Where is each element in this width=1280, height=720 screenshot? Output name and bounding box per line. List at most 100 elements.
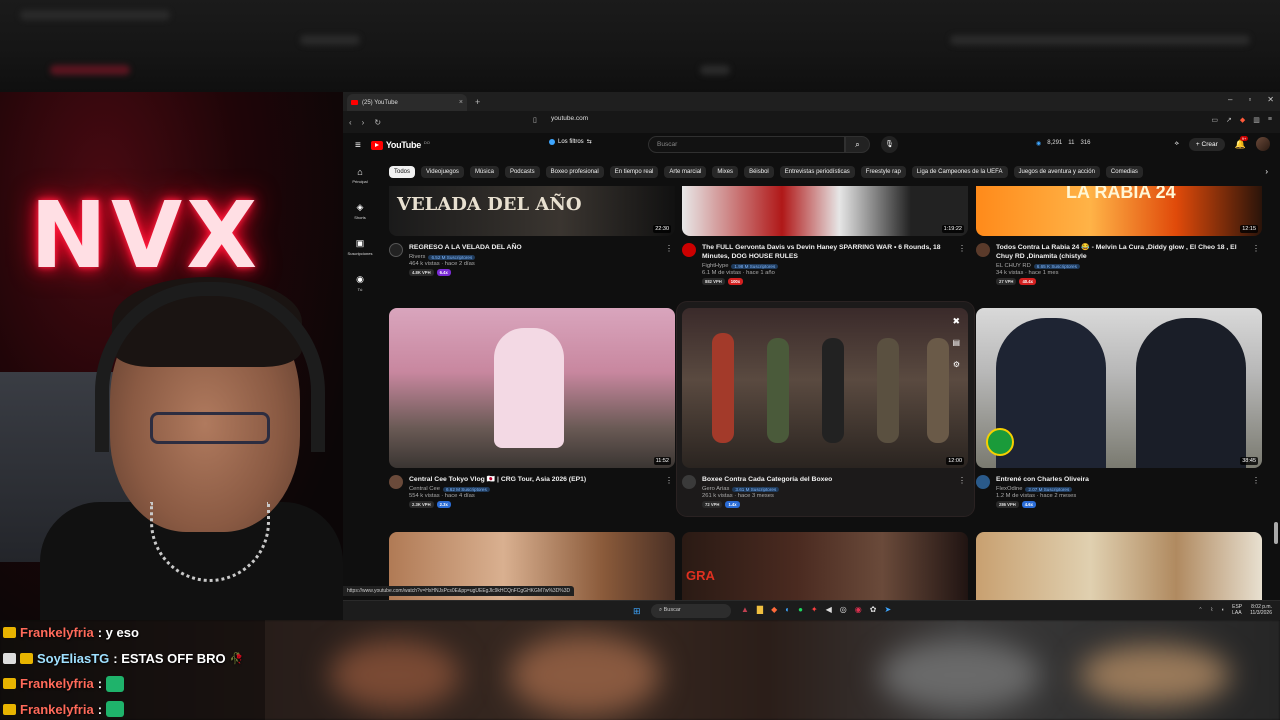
channel-avatar[interactable]: [976, 243, 990, 257]
sidebar-item-principal[interactable]: ⌂ Principal: [343, 157, 377, 193]
forward-icon[interactable]: ›: [362, 118, 365, 127]
more-options-icon[interactable]: ⋮: [1252, 244, 1260, 253]
settings-icon[interactable]: ✿: [870, 605, 877, 614]
mute-icon[interactable]: ✖: [952, 316, 960, 327]
video-card[interactable]: 38:45 Entrené con Charles Oliveira FlexO…: [976, 308, 1262, 508]
network-icon[interactable]: ⌇: [1211, 607, 1213, 613]
minimize-icon[interactable]: –: [1228, 95, 1232, 104]
chip[interactable]: Mixes: [712, 166, 739, 178]
search-input[interactable]: Buscar: [648, 136, 845, 153]
channel-avatar[interactable]: [389, 475, 403, 489]
tray-chevron-icon[interactable]: ⌃: [1198, 607, 1202, 613]
chip[interactable]: Juegos de aventura y acción: [1013, 166, 1100, 178]
chip[interactable]: Arte marcial: [664, 166, 707, 178]
channel-name[interactable]: Central Cee: [409, 486, 440, 492]
volume-icon[interactable]: ◖: [1221, 607, 1224, 613]
shield-icon[interactable]: ◆: [1240, 116, 1245, 124]
video-card[interactable]: 11:52 Central Cee Tokyo Vlog 🇯🇵 | CRG To…: [389, 308, 675, 508]
channel-avatar[interactable]: [976, 475, 990, 489]
video-title[interactable]: Todos Contra La Rabia 24 😂 - Melvin La C…: [996, 243, 1246, 261]
channel-avatar[interactable]: [389, 243, 403, 257]
more-options-icon[interactable]: ⋮: [665, 244, 673, 253]
app-icon[interactable]: ✦: [811, 605, 818, 614]
chip-todos[interactable]: Todos: [389, 166, 416, 178]
share-icon[interactable]: ↗: [1226, 116, 1232, 124]
cast-icon[interactable]: ⟡: [1175, 140, 1179, 148]
hamburger-menu-icon[interactable]: ≡: [355, 140, 361, 151]
sidebar-toggle-icon[interactable]: ▥: [1253, 116, 1260, 124]
video-thumbnail[interactable]: 38:45: [976, 308, 1262, 468]
filters-extension[interactable]: Los filtros ⇆: [549, 138, 592, 145]
app-icon[interactable]: ◉: [855, 605, 862, 614]
spotify-icon[interactable]: ●: [798, 605, 803, 614]
video-thumbnail[interactable]: 11:52: [389, 308, 675, 468]
video-card[interactable]: LA RABIA 24 12:15 Todos Contra La Rabia …: [976, 186, 1262, 285]
taskbar-search[interactable]: ⌕ Buscar: [651, 604, 731, 618]
video-title[interactable]: REGRESO A LA VELADA DEL AÑO: [409, 243, 659, 252]
clock[interactable]: 8:02 p.m. 11/3/2026: [1250, 604, 1272, 616]
channel-name[interactable]: Rivers: [409, 254, 425, 260]
video-title[interactable]: The FULL Gervonta Davis vs Devin Haney S…: [702, 243, 952, 261]
brave-icon[interactable]: ◆: [771, 605, 777, 614]
sidebar-item-shorts[interactable]: ◈ Shorts: [343, 193, 377, 229]
maximize-icon[interactable]: ▫: [1248, 95, 1251, 104]
channel-name[interactable]: Gero Arias: [702, 486, 729, 492]
app-icon[interactable]: ◐: [785, 605, 790, 614]
video-thumbnail[interactable]: VELADA DEL AÑO 22:30: [389, 186, 675, 236]
video-thumbnail[interactable]: [976, 532, 1262, 600]
video-thumbnail[interactable]: LA RABIA 24 12:15: [976, 186, 1262, 236]
account-avatar[interactable]: [1256, 137, 1270, 151]
more-options-icon[interactable]: ⋮: [1252, 476, 1260, 485]
channel-name[interactable]: FightHype: [702, 263, 728, 269]
language-indicator[interactable]: ESP LAA: [1232, 604, 1242, 616]
video-title[interactable]: Boxee Contra Cada Categoría del Boxeo: [702, 475, 952, 484]
video-thumbnail[interactable]: GRA: [682, 532, 968, 600]
video-card[interactable]: VELADA DEL AÑO 22:30 REGRESO A LA VELADA…: [389, 186, 675, 276]
chip[interactable]: Comedias: [1105, 166, 1143, 178]
chip[interactable]: Entrevistas periodísticas: [779, 166, 855, 178]
app-icon[interactable]: ◎: [840, 605, 847, 614]
tab-close-icon[interactable]: ×: [459, 99, 463, 106]
video-card[interactable]: [976, 532, 1262, 600]
chip[interactable]: Liga de Campeones de la UEFA: [911, 166, 1008, 178]
bookmark-icon[interactable]: ▯: [533, 116, 537, 124]
channel-avatar[interactable]: [682, 243, 696, 257]
more-options-icon[interactable]: ⋮: [958, 244, 966, 253]
chip[interactable]: Podcasts: [504, 166, 540, 178]
notifications-icon[interactable]: 🔔 9+: [1235, 135, 1249, 150]
captions-icon[interactable]: ▤: [952, 338, 960, 347]
reload-icon[interactable]: ↻: [374, 118, 381, 127]
sidebar-item-subscriptions[interactable]: ▣ Suscripciones: [343, 229, 377, 265]
app-icon[interactable]: ◀: [826, 605, 832, 614]
chips-next-icon[interactable]: ›: [1265, 167, 1268, 176]
page-scrollbar[interactable]: [1274, 522, 1278, 544]
channel-avatar[interactable]: [682, 475, 696, 489]
steam-icon[interactable]: ➤: [884, 605, 891, 614]
video-card[interactable]: GRA: [682, 532, 968, 600]
search-button[interactable]: ⌕: [845, 136, 870, 153]
tab-youtube[interactable]: (25) YouTube ×: [347, 94, 467, 111]
address-bar[interactable]: youtube.com: [551, 115, 588, 122]
menu-icon[interactable]: ≡: [1268, 116, 1272, 124]
more-options-icon[interactable]: ⋮: [665, 476, 673, 485]
folder-icon[interactable]: ▇: [757, 605, 763, 614]
channel-name[interactable]: FlexOdine: [996, 486, 1022, 492]
more-options-icon[interactable]: ⋮: [958, 476, 966, 485]
youtube-logo[interactable]: YouTube DO: [370, 140, 430, 150]
create-button[interactable]: + Crear: [1188, 137, 1225, 151]
settings-icon[interactable]: ⚙: [953, 360, 960, 369]
chip[interactable]: En tiempo real: [609, 166, 659, 178]
chip[interactable]: Boxeo profesional: [545, 166, 604, 178]
chip[interactable]: Música: [469, 166, 499, 178]
extension-icon[interactable]: ▭: [1211, 116, 1218, 124]
mic-icon[interactable]: 🎙: [881, 136, 898, 153]
app-icon[interactable]: ▲: [741, 605, 749, 614]
chip[interactable]: Freestyle rap: [860, 166, 906, 178]
back-icon[interactable]: ‹: [349, 118, 352, 127]
new-tab-button[interactable]: +: [475, 97, 480, 107]
windows-start-icon[interactable]: ⊞: [633, 606, 641, 617]
video-thumbnail[interactable]: ✖ ▤ ⚙ 12:00: [682, 308, 968, 468]
close-window-icon[interactable]: ✕: [1267, 95, 1274, 104]
video-card[interactable]: 1:19:22 The FULL Gervonta Davis vs Devin…: [682, 186, 968, 285]
video-card[interactable]: ✖ ▤ ⚙ 12:00 Boxee Contra Cada Categoría …: [682, 308, 968, 508]
